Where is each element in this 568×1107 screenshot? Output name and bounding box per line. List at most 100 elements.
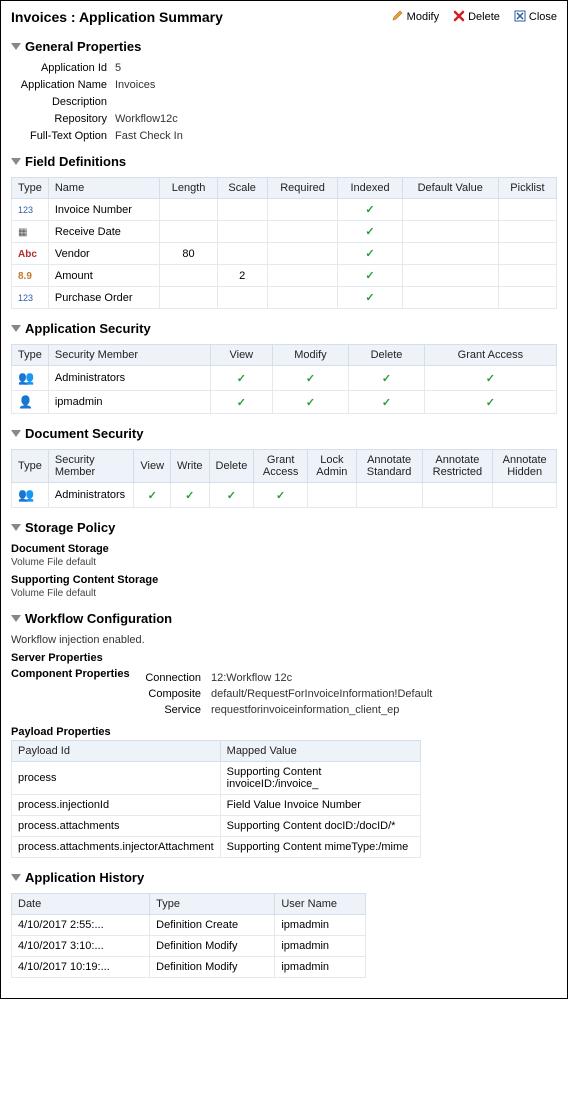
col-mapped-value: Mapped Value (220, 741, 420, 762)
disclosure-icon (11, 874, 21, 881)
section-storage: Storage Policy Document Storage Volume F… (11, 520, 557, 599)
col-picklist: Picklist (498, 178, 556, 199)
wf-conn-k: Connection (141, 672, 211, 684)
table-row[interactable]: 👥 Administrators ✓ ✓ ✓ ✓ (12, 483, 557, 508)
section-fields-head[interactable]: Field Definitions (11, 154, 557, 169)
col-user: User Name (275, 894, 366, 915)
section-general: General Properties Application Id5 Appli… (11, 39, 557, 142)
check-icon: ✓ (237, 397, 246, 409)
check-icon: ✓ (365, 226, 374, 238)
sup-storage-head: Supporting Content Storage (11, 574, 557, 586)
section-history-title: Application History (25, 870, 144, 885)
wf-compo-k: Composite (141, 688, 211, 700)
table-row[interactable]: 123 Invoice Number ✓ (12, 199, 557, 221)
toolbar: Modify Delete Close (391, 9, 557, 25)
section-docsec-head[interactable]: Document Security (11, 426, 557, 441)
history-table: Date Type User Name 4/10/2017 2:55:...De… (11, 893, 366, 978)
field-name: Amount (48, 265, 160, 287)
docsec-table: Type Security Member View Write Delete G… (11, 449, 557, 508)
table-row[interactable]: processSupporting Content invoiceID:/inv… (12, 762, 421, 795)
section-history: Application History Date Type User Name … (11, 870, 557, 978)
gen-ft-k: Full-Text Option (11, 130, 115, 142)
col-modify: Modify (272, 345, 349, 366)
header-row: Invoices : Application Summary Modify De… (11, 9, 557, 25)
gen-ft-v: Fast Check In (115, 130, 183, 142)
table-row[interactable]: Abc Vendor 80 ✓ (12, 243, 557, 265)
table-row[interactable]: 4/10/2017 3:10:...Definition Modifyipmad… (12, 936, 366, 957)
member-name: Administrators (48, 366, 210, 391)
check-icon: ✓ (365, 248, 374, 260)
table-row[interactable]: 4/10/2017 10:19:...Definition Modifyipma… (12, 957, 366, 978)
member-name: ipmadmin (48, 391, 210, 414)
section-workflow-head[interactable]: Workflow Configuration (11, 611, 557, 626)
appsec-table: Type Security Member View Modify Delete … (11, 344, 557, 414)
table-row[interactable]: 👥 Administrators ✓ ✓ ✓ ✓ (12, 366, 557, 391)
server-props-head: Server Properties (11, 652, 557, 664)
col-lock: Lock Admin (308, 450, 357, 483)
check-icon: ✓ (486, 397, 495, 409)
section-fields: Field Definitions Type Name Length Scale… (11, 154, 557, 309)
check-icon: ✓ (365, 204, 374, 216)
fields-table: Type Name Length Scale Required Indexed … (11, 177, 557, 309)
col-annres: Annotate Restricted (422, 450, 493, 483)
table-row[interactable]: process.attachmentsSupporting Content do… (12, 816, 421, 837)
disclosure-icon (11, 43, 21, 50)
check-icon: ✓ (365, 292, 374, 304)
close-label: Close (529, 11, 557, 23)
check-icon: ✓ (237, 373, 246, 385)
delete-label: Delete (468, 11, 500, 23)
check-icon: ✓ (486, 373, 495, 385)
col-type: Type (12, 450, 49, 483)
modify-button[interactable]: Modify (391, 9, 439, 25)
col-view: View (210, 345, 272, 366)
table-row[interactable]: 123 Purchase Order ✓ (12, 287, 557, 309)
section-appsec-head[interactable]: Application Security (11, 321, 557, 336)
col-required: Required (267, 178, 338, 199)
col-date: Date (12, 894, 150, 915)
pencil-icon (391, 9, 404, 25)
table-row[interactable]: ▦ Receive Date ✓ (12, 221, 557, 243)
user-icon: 👤 (18, 395, 33, 409)
col-write: Write (171, 450, 209, 483)
gen-appname-k: Application Name (11, 79, 115, 91)
check-icon: ✓ (276, 490, 285, 502)
delete-icon (453, 10, 465, 25)
col-grant: Grant Access (424, 345, 556, 366)
table-row[interactable]: process.injectionIdField Value Invoice N… (12, 795, 421, 816)
col-delete: Delete (209, 450, 254, 483)
app-summary-page: Invoices : Application Summary Modify De… (0, 0, 568, 999)
payload-props-head: Payload Properties (11, 726, 557, 738)
field-name: Purchase Order (48, 287, 160, 309)
section-storage-head[interactable]: Storage Policy (11, 520, 557, 535)
component-props-head: Component Properties (11, 668, 141, 680)
table-row[interactable]: 👤 ipmadmin ✓ ✓ ✓ ✓ (12, 391, 557, 414)
table-row[interactable]: 8.9 Amount 2 ✓ (12, 265, 557, 287)
disclosure-icon (11, 615, 21, 622)
doc-storage-head: Document Storage (11, 543, 557, 555)
check-icon: ✓ (365, 270, 374, 282)
close-button[interactable]: Close (514, 9, 557, 25)
field-name: Receive Date (48, 221, 160, 243)
col-type: Type (12, 178, 49, 199)
workflow-injection-note: Workflow injection enabled. (11, 634, 557, 646)
section-history-head[interactable]: Application History (11, 870, 557, 885)
section-general-head[interactable]: General Properties (11, 39, 557, 54)
section-workflow-title: Workflow Configuration (25, 611, 172, 626)
wf-svc-k: Service (141, 704, 211, 716)
col-member: Security Member (48, 345, 210, 366)
wf-conn-v: 12:Workflow 12c (211, 672, 292, 684)
col-length: Length (160, 178, 217, 199)
modify-label: Modify (407, 11, 439, 23)
gen-repo-k: Repository (11, 113, 115, 125)
table-row[interactable]: 4/10/2017 2:55:...Definition Createipmad… (12, 915, 366, 936)
col-name: Name (48, 178, 160, 199)
table-row[interactable]: process.attachments.injectorAttachmentSu… (12, 837, 421, 858)
section-fields-title: Field Definitions (25, 154, 126, 169)
field-name: Invoice Number (48, 199, 160, 221)
doc-storage-volume: Volume File default (11, 557, 557, 568)
col-payload-id: Payload Id (12, 741, 221, 762)
delete-button[interactable]: Delete (453, 9, 500, 25)
disclosure-icon (11, 430, 21, 437)
wf-svc-v: requestforinvoiceinformation_client_ep (211, 704, 399, 716)
member-name: Administrators (48, 483, 134, 508)
